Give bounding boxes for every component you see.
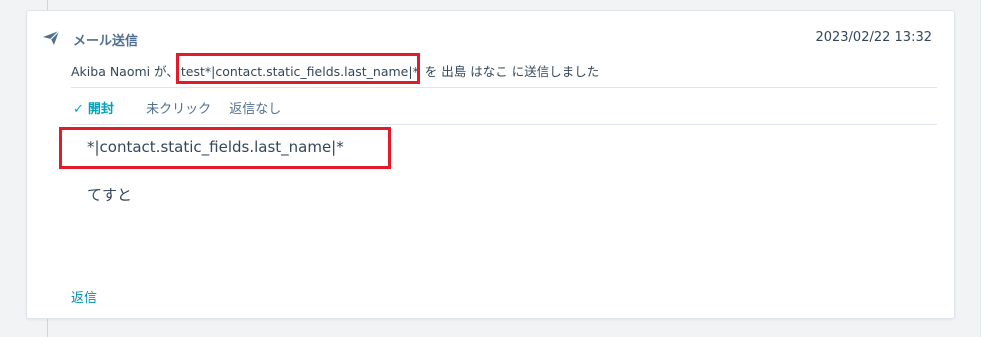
email-subject[interactable]: test*|contact.static_fields.last_name|* bbox=[179, 64, 421, 79]
email-body-line-2: てすと bbox=[87, 186, 133, 204]
divider-top bbox=[71, 87, 937, 88]
email-status-row: ✓ 開封 未クリック 返信なし bbox=[73, 98, 295, 117]
status-opened: ✓ 開封 bbox=[73, 102, 128, 117]
activity-header: メール送信 2023/02/22 13:32 bbox=[42, 30, 932, 49]
activity-summary: Akiba Naomi が、 test*|contact.static_field… bbox=[71, 61, 599, 80]
sender-name[interactable]: Akiba Naomi bbox=[71, 64, 150, 79]
recipient-name[interactable]: 出島 はなこ bbox=[441, 64, 507, 79]
divider-bottom bbox=[71, 124, 937, 125]
right-scroll-area bbox=[980, 0, 997, 337]
status-replied: 返信なし bbox=[229, 102, 282, 117]
email-activity-card: メール送信 2023/02/22 13:32 Akiba Naomi が、 tes… bbox=[26, 10, 955, 319]
status-clicked: 未クリック bbox=[146, 102, 212, 117]
summary-suffix: に送信しました bbox=[507, 64, 600, 79]
summary-particle-wo: を bbox=[420, 64, 438, 79]
email-body-line-1: *|contact.static_fields.last_name|* bbox=[87, 138, 344, 156]
activity-timestamp: 2023/02/22 13:32 bbox=[815, 30, 932, 45]
activity-title: メール送信 bbox=[73, 34, 139, 49]
summary-particle-ga: が、 bbox=[150, 64, 179, 79]
reply-link[interactable]: 返信 bbox=[71, 287, 97, 306]
paper-plane-icon bbox=[42, 30, 60, 46]
check-icon: ✓ bbox=[73, 102, 84, 117]
status-opened-label: 開封 bbox=[87, 102, 114, 117]
